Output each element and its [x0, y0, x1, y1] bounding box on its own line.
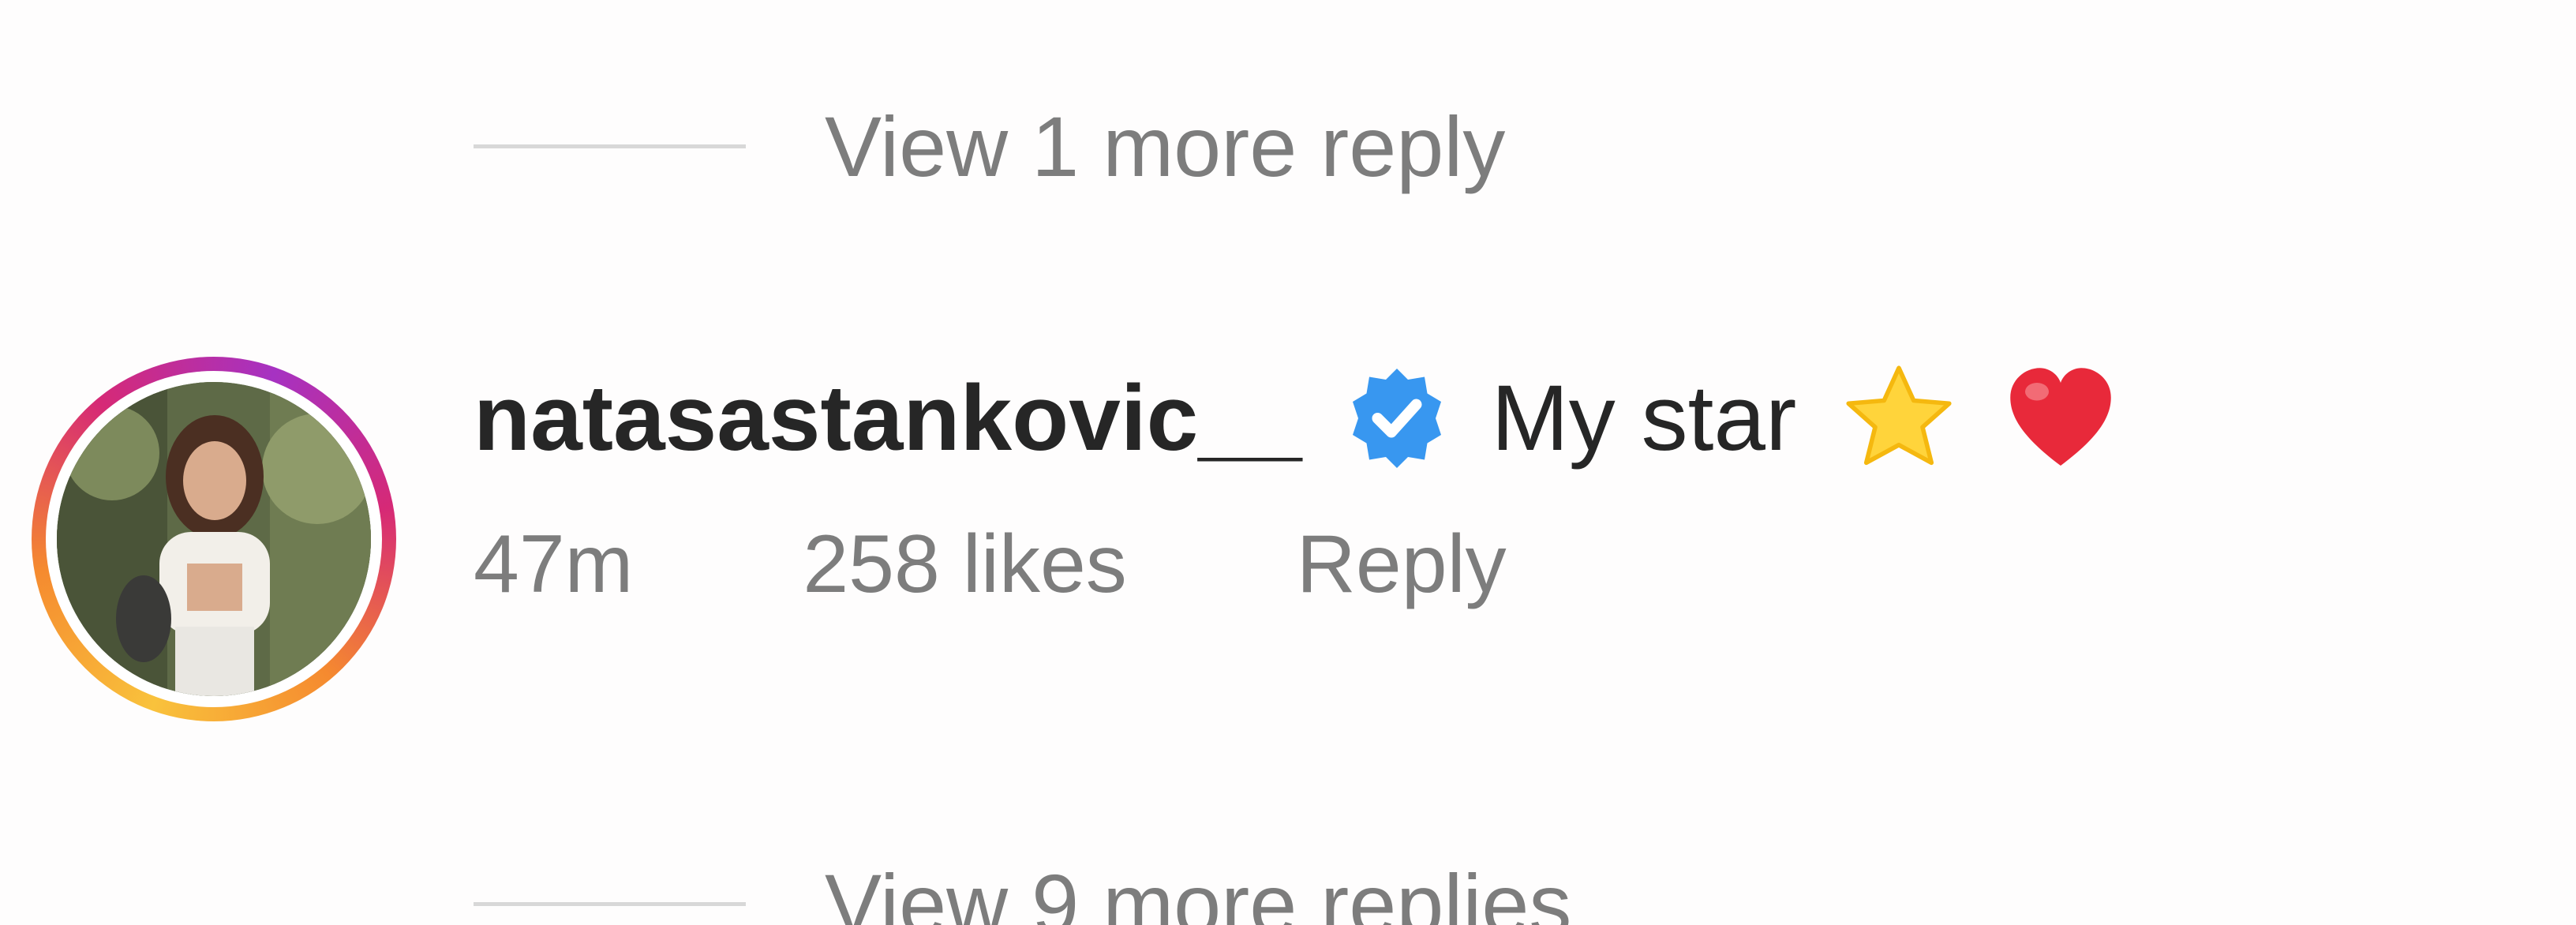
- star-emoji-icon: [1846, 365, 1952, 466]
- comment-item: natasastankovic__ My star 47m 258 likes …: [0, 300, 2576, 773]
- likes-count[interactable]: 258 likes: [803, 518, 1126, 612]
- reply-thread-line: [474, 144, 746, 148]
- comment-text: My star: [1491, 366, 1797, 470]
- avatar-ring-gap: [46, 371, 382, 707]
- avatar-photo-illustration: [57, 382, 371, 696]
- avatar[interactable]: [57, 382, 371, 696]
- comments-panel: View 1 more reply natasastankovic__ My s…: [0, 0, 2576, 925]
- username[interactable]: natasastankovic__: [474, 365, 1302, 472]
- comment-text-line: natasastankovic__ My star: [474, 347, 2120, 489]
- view-more-replies-label[interactable]: View 9 more replies: [825, 855, 1571, 925]
- comment-content: natasastankovic__ My star 47m 258 likes …: [474, 347, 2120, 631]
- comment-timestamp: 47m: [474, 518, 634, 610]
- view-more-replies-bottom[interactable]: View 9 more replies: [474, 852, 1571, 925]
- verified-badge-icon: [1352, 369, 1441, 468]
- red-heart-emoji-icon: [2010, 368, 2112, 466]
- comment-meta: 47m 258 likes Reply: [474, 497, 2120, 631]
- view-more-replies-label[interactable]: View 1 more reply: [825, 97, 1505, 196]
- reply-button[interactable]: Reply: [1297, 518, 1507, 612]
- avatar-story-ring[interactable]: [32, 357, 396, 721]
- reply-thread-line: [474, 901, 746, 906]
- view-more-replies-top[interactable]: View 1 more reply: [474, 95, 1505, 197]
